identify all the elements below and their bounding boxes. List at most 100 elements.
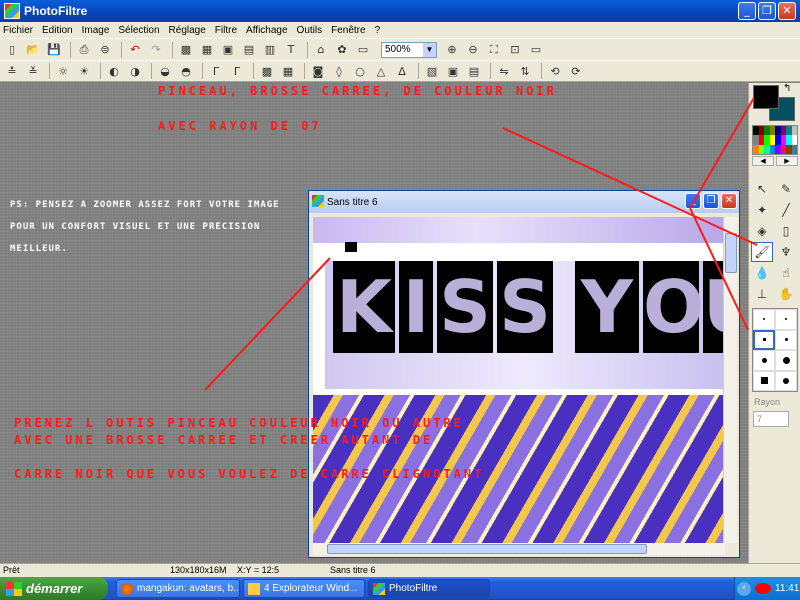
image-window-title-bar[interactable]: Sans titre 6 _ ❐ ✕ xyxy=(309,191,739,213)
vertical-scrollbar[interactable] xyxy=(723,217,737,543)
image-maximize-button[interactable]: ❐ xyxy=(703,193,719,209)
image-window[interactable]: Sans titre 6 _ ❐ ✕ K I S S Y O U xyxy=(308,190,740,558)
rotate-right-icon[interactable]: ⟳ xyxy=(567,62,585,80)
image-close-button[interactable]: ✕ xyxy=(721,193,737,209)
contrast-minus-icon[interactable]: ◐ xyxy=(105,62,123,80)
menu-image[interactable]: Image xyxy=(82,25,110,36)
contrast-plus-icon[interactable]: ◑ xyxy=(126,62,144,80)
palette-prev-button[interactable]: ◀ xyxy=(752,156,774,166)
saturation-minus-icon[interactable]: ◒ xyxy=(156,62,174,80)
zoom-out-icon[interactable]: ⊖ xyxy=(464,41,482,59)
line-icon[interactable]: ╱ xyxy=(775,200,797,220)
frame-icon[interactable]: ▣ xyxy=(444,62,462,80)
menu-filtre[interactable]: Filtre xyxy=(215,25,237,36)
brush-shape-5[interactable] xyxy=(753,350,775,371)
brightness-plus-icon[interactable]: ☀ xyxy=(75,62,93,80)
emboss-icon[interactable]: △ xyxy=(372,62,390,80)
texture-icon[interactable]: ▤ xyxy=(465,62,483,80)
menu-outils[interactable]: Outils xyxy=(297,25,323,36)
smudge-icon[interactable]: ☝ xyxy=(775,263,797,283)
auto-level-icon[interactable]: ≛ xyxy=(3,62,21,80)
menu-fichier[interactable]: Fichier xyxy=(3,25,33,36)
brush-shape-4[interactable] xyxy=(775,329,797,350)
undo-icon[interactable]: ↶ xyxy=(126,41,144,59)
fullscreen-icon[interactable]: ▭ xyxy=(527,41,545,59)
fit-window-icon[interactable]: ⛶ xyxy=(485,41,503,59)
fill-bucket-icon[interactable]: ◈ xyxy=(751,221,773,241)
maximize-button[interactable]: ❐ xyxy=(758,2,776,20)
auto-contrast-icon[interactable]: ≚ xyxy=(24,62,42,80)
menu-fenetre[interactable]: Fenêtre xyxy=(331,25,365,36)
image-size-icon[interactable]: ▣ xyxy=(219,41,237,59)
blur-icon[interactable]: ◙ xyxy=(309,62,327,80)
flip-vertical-icon[interactable]: ⇅ xyxy=(516,62,534,80)
brush-shape-8[interactable] xyxy=(775,370,797,391)
close-button[interactable]: ✕ xyxy=(778,2,796,20)
sepia-icon[interactable]: ▦ xyxy=(279,62,297,80)
saturation-plus-icon[interactable]: ◓ xyxy=(177,62,195,80)
stamp-icon[interactable]: ⊥ xyxy=(751,284,773,304)
brush-shape-2[interactable] xyxy=(775,309,797,330)
new-file-icon[interactable]: ▯ xyxy=(3,41,21,59)
palette-next-button[interactable]: ▶ xyxy=(776,156,798,166)
brush-icon[interactable]: 🖌 xyxy=(751,242,773,262)
sharpen-icon[interactable]: ◊ xyxy=(330,62,348,80)
image-minimize-button[interactable]: _ xyxy=(685,193,701,209)
swap-colors-icon[interactable]: ↰ xyxy=(783,83,791,94)
actual-size-icon[interactable]: ⊡ xyxy=(506,41,524,59)
print-icon[interactable]: ⎙ xyxy=(75,41,93,59)
redo-icon[interactable]: ↷ xyxy=(147,41,165,59)
menu-reglage[interactable]: Réglage xyxy=(169,25,206,36)
advanced-brush-icon[interactable]: ♆ xyxy=(775,242,797,262)
gamma-minus-icon[interactable]: Γ xyxy=(207,62,225,80)
brightness-minus-icon[interactable]: ☼ xyxy=(54,62,72,80)
canvas-size-icon[interactable]: ▤ xyxy=(240,41,258,59)
brush-shape-square-selected[interactable] xyxy=(753,329,775,350)
menu-selection[interactable]: Sélection xyxy=(118,25,159,36)
image-canvas[interactable]: K I S S Y O U xyxy=(313,217,725,543)
palette-icon[interactable]: ▦ xyxy=(198,41,216,59)
magic-wand-icon[interactable]: ✦ xyxy=(751,200,773,220)
spray-icon[interactable]: ▯ xyxy=(775,221,797,241)
minimize-button[interactable]: _ xyxy=(738,2,756,20)
zoom-select[interactable]: 500% ▼ xyxy=(381,41,437,58)
brush-shape-7[interactable] xyxy=(753,370,775,391)
transparency-icon[interactable]: ▩ xyxy=(177,41,195,59)
menu-help[interactable]: ? xyxy=(375,25,381,36)
brush-shape-6[interactable] xyxy=(775,350,797,371)
blur-drop-icon[interactable]: 💧 xyxy=(751,263,773,283)
gamma-plus-icon[interactable]: Γ xyxy=(228,62,246,80)
explorer-icon[interactable]: ⌂ xyxy=(312,41,330,59)
grayscale-icon[interactable]: ▩ xyxy=(258,62,276,80)
eyedropper-icon[interactable]: ✎ xyxy=(775,179,797,199)
rayon-input[interactable]: 7 xyxy=(753,411,789,427)
plugin-icon[interactable]: ✿ xyxy=(333,41,351,59)
flip-horizontal-icon[interactable]: ⇋ xyxy=(495,62,513,80)
hand-icon[interactable]: ✋ xyxy=(775,284,797,304)
tray-expand-icon[interactable]: ‹ xyxy=(737,581,751,596)
select-arrow-icon[interactable]: ↖ xyxy=(751,179,773,199)
scan-icon[interactable]: ⊜ xyxy=(96,41,114,59)
text-icon[interactable]: T xyxy=(282,41,300,59)
zoom-in-icon[interactable]: ⊕ xyxy=(443,41,461,59)
brush-shapes[interactable] xyxy=(752,308,798,392)
save-icon[interactable]: 💾 xyxy=(45,41,63,59)
taskbar-item-explorer[interactable]: 4 Explorateur Wind... xyxy=(243,579,365,598)
soften-icon[interactable]: ○ xyxy=(351,62,369,80)
noise-icon[interactable]: ∆ xyxy=(393,62,411,80)
gradient-icon[interactable]: ▧ xyxy=(423,62,441,80)
horizontal-scrollbar[interactable] xyxy=(313,543,725,555)
open-folder-icon[interactable]: 📂 xyxy=(24,41,42,59)
crop-icon[interactable]: ▥ xyxy=(261,41,279,59)
tray-notification-icon[interactable] xyxy=(755,583,771,594)
rotate-left-icon[interactable]: ⟲ xyxy=(546,62,564,80)
color-palette[interactable] xyxy=(752,125,798,155)
window-icon[interactable]: ▭ xyxy=(354,41,372,59)
taskbar-item-photofiltre[interactable]: PhotoFiltre xyxy=(368,579,490,598)
foreground-color-swatch[interactable] xyxy=(753,85,779,109)
brush-shape-1[interactable] xyxy=(753,309,775,330)
menu-affichage[interactable]: Affichage xyxy=(246,25,288,36)
menu-edition[interactable]: Edition xyxy=(42,25,73,36)
start-button[interactable]: démarrer xyxy=(0,577,108,600)
taskbar-item-browser[interactable]: mangakun: avatars, b... xyxy=(116,579,240,598)
